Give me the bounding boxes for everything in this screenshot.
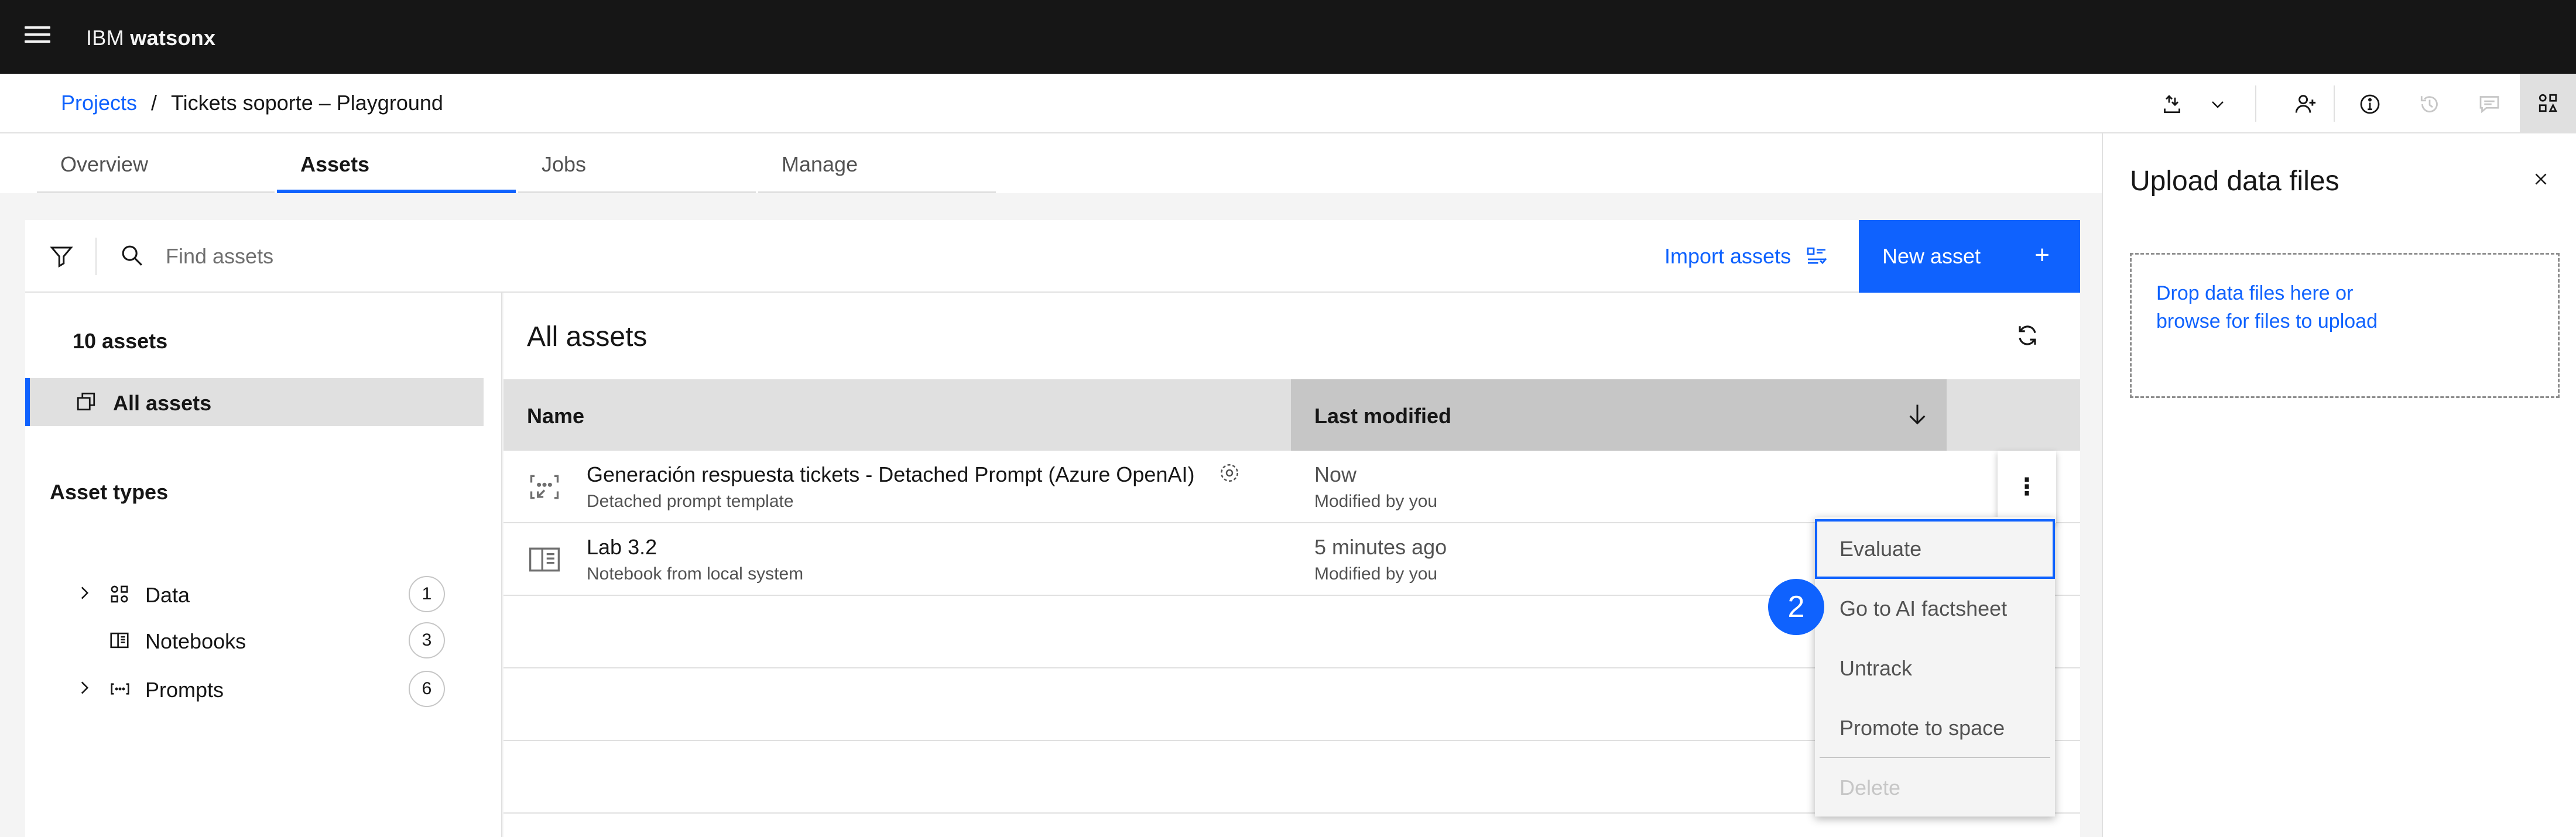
column-header-label: Last modified (1314, 404, 1452, 428)
sidebar-item-prompts[interactable]: Prompts 6 (25, 665, 502, 712)
header-divider (2255, 85, 2256, 122)
chat-icon (2473, 88, 2506, 121)
breadcrumb-separator: / (151, 91, 157, 115)
upload-data-panel: Upload data files Drop data files here o… (2102, 133, 2576, 837)
add-collaborator-icon[interactable] (2289, 88, 2322, 121)
sidebar-item-all-assets[interactable]: All assets (25, 378, 484, 426)
asset-type-label: Notebooks (145, 629, 246, 653)
header-divider (2334, 85, 2335, 122)
drop-zone-text[interactable]: Drop data files here or browse for files… (2156, 279, 2378, 335)
panel-title: Upload data files (2130, 166, 2339, 197)
import-assets-label: Import assets (1664, 244, 1791, 268)
asset-panel-icon[interactable] (2520, 74, 2576, 132)
chevron-right-icon[interactable] (74, 678, 94, 698)
tab-bar: Overview Assets Jobs Manage (0, 133, 2102, 193)
menu-item-delete: Delete (1839, 776, 1901, 800)
search-input[interactable] (166, 234, 1044, 279)
asset-filter-sidebar: 10 assets All assets Asset types Data 1 … (25, 293, 502, 837)
last-modified-text: 5 minutes ago (1314, 535, 1447, 559)
modified-by-text: Modified by you (1314, 492, 1438, 511)
sort-arrow-down-icon (1909, 404, 1926, 425)
asset-type-count: 1 (409, 576, 445, 612)
new-asset-label: New asset (1882, 244, 1981, 268)
chevron-down-icon[interactable] (2201, 88, 2234, 121)
column-header-name[interactable]: Name (527, 379, 584, 451)
asset-type-count: 3 (409, 622, 445, 658)
menu-item-promote-to-space[interactable]: Promote to space (1815, 698, 2055, 758)
asset-name-link[interactable]: Generación respuesta tickets - Detached … (587, 462, 1194, 487)
asset-type-text: Notebook from local system (587, 564, 804, 584)
column-header-last-modified[interactable]: Last modified (1291, 379, 1947, 451)
asset-types-heading: Asset types (50, 480, 169, 504)
menu-item-untrack[interactable]: Untrack (1815, 639, 2055, 698)
page-title: All assets (527, 321, 648, 352)
tab-manage[interactable]: Manage (758, 133, 996, 193)
overflow-menu-icon[interactable]: ⋮ (1998, 451, 2056, 523)
detached-prompt-icon (530, 475, 559, 499)
file-drop-zone[interactable]: Drop data files here or browse for files… (2130, 253, 2560, 398)
asset-name-link[interactable]: Lab 3.2 (587, 535, 657, 560)
search-icon (119, 242, 147, 270)
tracked-icon (1221, 464, 1238, 482)
plus-icon: + (2034, 241, 2050, 269)
sidebar-item-label: All assets (113, 391, 212, 415)
tab-jobs[interactable]: Jobs (518, 133, 756, 193)
menu-item-evaluate[interactable]: Evaluate (1815, 519, 2055, 579)
tab-assets[interactable]: Assets (277, 133, 516, 193)
breadcrumb-current-project: Tickets soporte – Playground (171, 91, 443, 115)
hamburger-menu-icon[interactable] (25, 26, 50, 47)
import-icon (1807, 247, 1827, 265)
brand-logo[interactable]: IBM watsonx (86, 26, 215, 50)
prompt-icon (111, 683, 129, 695)
last-modified-text: Now (1314, 462, 1357, 486)
toolbar-divider (95, 238, 97, 275)
menu-item-go-to-ai-factsheet[interactable]: Go to AI factsheet (1815, 579, 2055, 639)
upload-icon[interactable] (2156, 88, 2188, 121)
table-row[interactable]: Generación respuesta tickets - Detached … (503, 451, 2080, 523)
modified-by-text: Modified by you (1314, 564, 1438, 584)
asset-count: 10 assets (73, 329, 168, 353)
breadcrumb-projects-link[interactable]: Projects (61, 91, 137, 115)
asset-type-count: 6 (409, 671, 445, 707)
asset-type-text: Detached prompt template (587, 492, 794, 511)
overflow-menu: Evaluate Go to AI factsheet Untrack Prom… (1815, 517, 2055, 817)
refresh-icon[interactable] (2014, 322, 2044, 352)
data-icon (111, 585, 128, 603)
notebook-icon (529, 547, 560, 572)
breadcrumb: Projects / Tickets soporte – Playground (0, 74, 2576, 133)
history-icon (2413, 88, 2446, 121)
sidebar-item-notebooks[interactable]: Notebooks 3 (25, 616, 502, 663)
asset-type-label: Prompts (145, 678, 224, 702)
table-header: Name Last modified (503, 379, 2080, 451)
import-assets-button[interactable]: Import assets (1664, 234, 1828, 279)
browse-files-link[interactable]: browse for files to upload (2156, 307, 2378, 335)
information-icon[interactable] (2354, 88, 2386, 121)
top-bar: IBM watsonx (0, 0, 2576, 74)
sidebar-item-data[interactable]: Data 1 (25, 570, 502, 617)
copy-icon (77, 392, 95, 411)
new-asset-button[interactable]: New asset + (1859, 220, 2080, 293)
asset-toolbar: Import assets New asset + (25, 220, 2080, 293)
asset-type-label: Data (145, 583, 190, 607)
tab-overview[interactable]: Overview (37, 133, 275, 193)
chevron-right-icon[interactable] (74, 583, 94, 603)
close-icon[interactable] (2524, 163, 2557, 195)
step-number-badge: 2 (1768, 579, 1824, 635)
drop-zone-line-1: Drop data files here or (2156, 282, 2354, 304)
notebook-icon (110, 632, 129, 649)
filter-icon[interactable] (47, 242, 76, 270)
